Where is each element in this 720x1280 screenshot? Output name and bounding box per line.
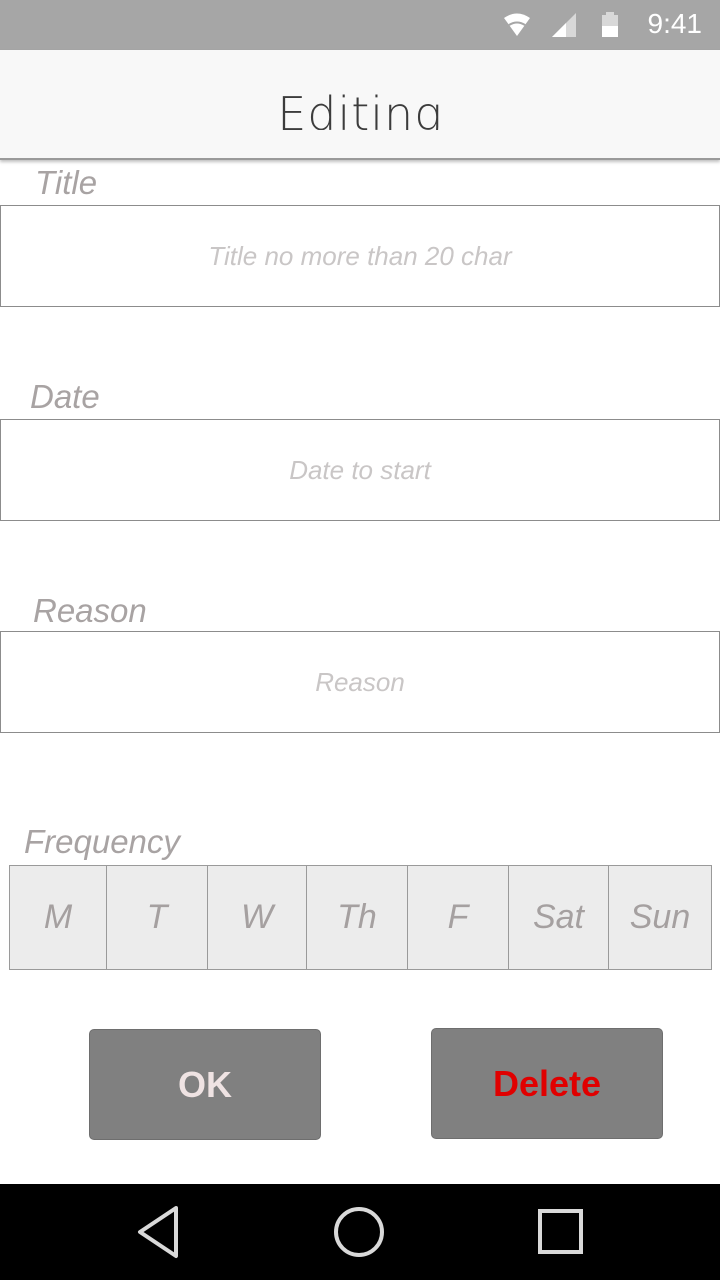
status-bar: 9:41 (0, 0, 720, 50)
reason-input[interactable]: Reason (0, 631, 720, 733)
day-toggle-sunday[interactable]: Sun (609, 866, 711, 969)
title-input[interactable]: Title no more than 20 char (0, 205, 720, 307)
day-toggle-saturday[interactable]: Sat (509, 866, 609, 969)
title-label: Title (35, 164, 98, 201)
navigation-bar (0, 1184, 720, 1280)
date-placeholder: Date to start (289, 454, 431, 485)
day-toggle-tuesday[interactable]: T (107, 866, 208, 969)
page-title: Editing (277, 87, 443, 130)
wifi-icon (504, 13, 530, 36)
cell-signal-icon (552, 13, 576, 37)
app-bar: Editing (0, 50, 720, 160)
day-toggle-monday[interactable]: M (10, 866, 107, 969)
ok-button[interactable]: OK (89, 1029, 321, 1140)
home-icon[interactable] (332, 1204, 386, 1260)
battery-icon (602, 12, 618, 37)
frequency-day-selector: M T W Th F Sat Sun (9, 865, 712, 970)
date-input[interactable]: Date to start (0, 419, 720, 521)
delete-button[interactable]: Delete (431, 1028, 663, 1139)
recents-icon[interactable] (536, 1204, 586, 1260)
day-toggle-friday[interactable]: F (408, 866, 509, 969)
day-toggle-wednesday[interactable]: W (208, 866, 307, 969)
date-label: Date (30, 378, 100, 415)
back-icon[interactable] (134, 1204, 184, 1260)
day-toggle-thursday[interactable]: Th (307, 866, 408, 969)
reason-placeholder: Reason (315, 666, 405, 697)
status-time: 9:41 (647, 8, 703, 39)
frequency-label: Frequency (24, 823, 180, 860)
reason-label: Reason (33, 592, 147, 629)
title-placeholder: Title no more than 20 char (208, 240, 512, 271)
